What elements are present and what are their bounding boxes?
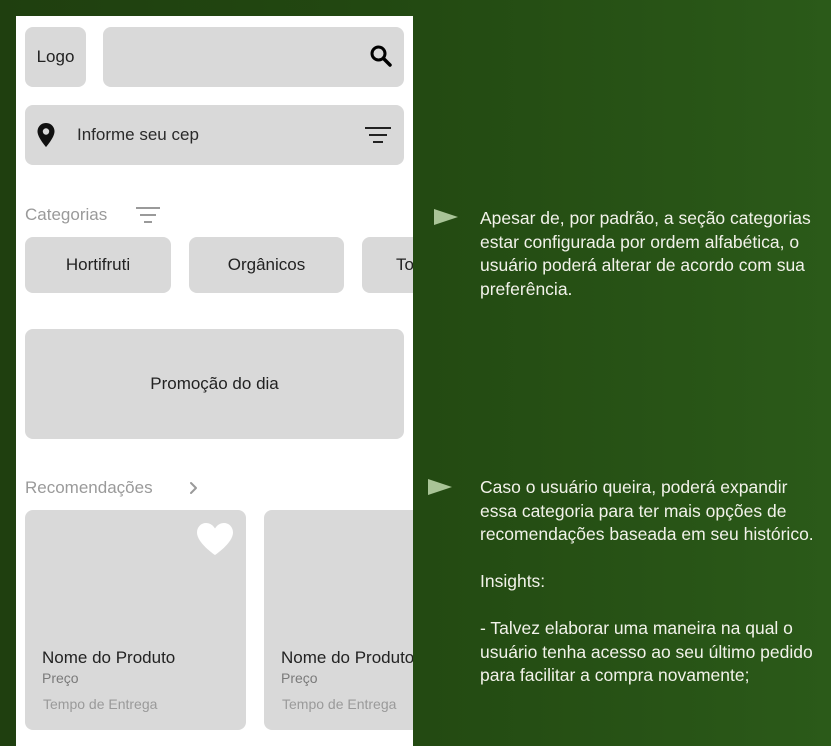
phone-mockup: Logo Informe seu cep Categorias Hortifru…: [16, 16, 413, 746]
product-price: Preço: [42, 670, 79, 686]
search-icon[interactable]: [370, 45, 392, 67]
product-delivery-time: Tempo de Entrega: [43, 696, 158, 712]
category-chip-partial[interactable]: To: [362, 237, 413, 293]
filter-icon[interactable]: [365, 126, 391, 144]
recommendations-title: Recomendações: [25, 478, 153, 497]
category-chip-organicos[interactable]: Orgânicos: [189, 237, 344, 293]
category-chip-label: To: [396, 255, 413, 274]
promo-banner[interactable]: Promoção do dia: [25, 329, 404, 439]
logo[interactable]: Logo: [25, 27, 86, 87]
logo-label: Logo: [36, 47, 75, 66]
recommendations-arrow: [218, 479, 452, 495]
product-card[interactable]: Nome do Produto Preço Tempo de Entrega: [25, 510, 246, 730]
recommendations-annotation: Caso o usuário queira, poderá expandir e…: [480, 477, 814, 685]
categories-title: Categorias: [25, 205, 108, 224]
product-name: Nome do Produto: [281, 648, 413, 667]
categories-annotation: Apesar de, por padrão, a seção categoria…: [480, 208, 816, 299]
location-pin-icon: [37, 123, 55, 147]
heart-icon[interactable]: [196, 522, 234, 556]
cep-placeholder: Informe seu cep: [77, 125, 199, 144]
product-delivery-time: Tempo de Entrega: [282, 696, 397, 712]
product-name: Nome do Produto: [42, 648, 176, 667]
category-chip-label: Orgânicos: [227, 255, 306, 274]
categories-arrow: [172, 209, 458, 225]
category-chip-hortifruti[interactable]: Hortifruti: [25, 237, 171, 293]
product-price: Preço: [281, 670, 318, 686]
category-chip-label: Hortifruti: [65, 255, 131, 274]
cep-field[interactable]: Informe seu cep: [25, 105, 404, 165]
chevron-right-icon[interactable]: [188, 480, 200, 496]
promo-label: Promoção do dia: [150, 374, 279, 393]
product-card[interactable]: Nome do Produto Preço Tempo de Entrega: [264, 510, 413, 730]
categories-filter-icon[interactable]: [136, 206, 160, 224]
search-bar[interactable]: [103, 27, 404, 87]
